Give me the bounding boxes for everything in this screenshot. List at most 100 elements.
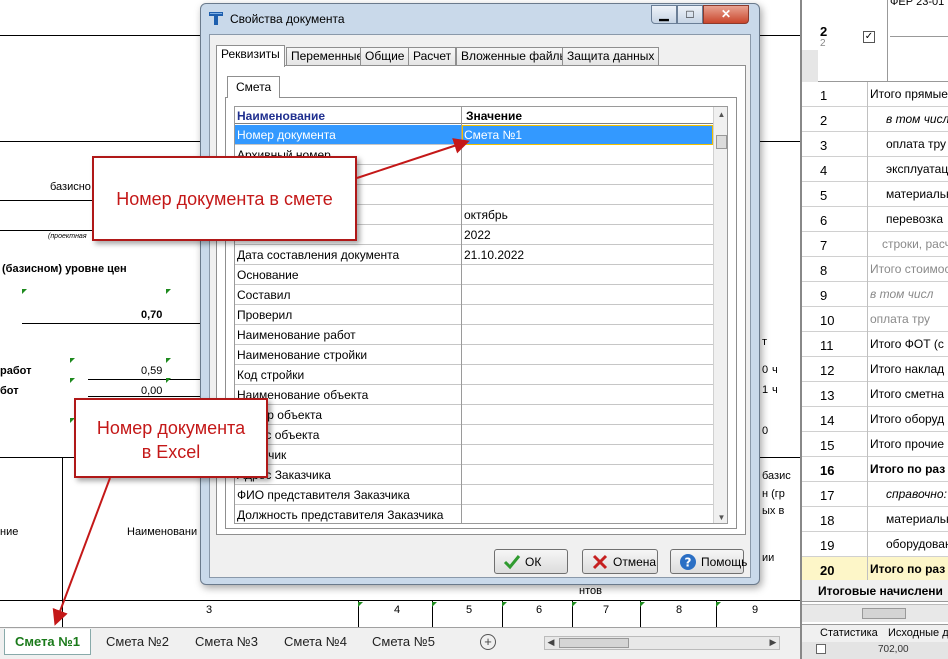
panel-tab-statistics[interactable]: Статистика: [820, 627, 878, 639]
property-value[interactable]: 21.10.2022: [464, 248, 524, 262]
property-row[interactable]: Код стройки: [235, 365, 713, 385]
scroll-up-icon[interactable]: ▲: [714, 107, 727, 122]
grid-header: Наименование Значение: [235, 107, 713, 124]
sheet-tab-smeta-4[interactable]: Смета №4: [274, 629, 357, 655]
panel-row[interactable]: 3 оплата тру: [802, 132, 948, 157]
property-row[interactable]: Основание: [235, 265, 713, 285]
property-row[interactable]: Наименование стройки: [235, 345, 713, 365]
panel-row[interactable]: 20 Итого по раз: [802, 557, 948, 582]
tab-attached-files[interactable]: Вложенные файлы: [456, 47, 574, 66]
scrollbar-thumb[interactable]: [559, 638, 629, 648]
cancel-button[interactable]: Отмена: [582, 549, 658, 574]
panel-row[interactable]: 12 Итого наклад: [802, 357, 948, 382]
cell-comment-marker: [22, 289, 27, 294]
property-row[interactable]: Должность представителя Заказчика: [235, 505, 713, 523]
panel-row-num: 19: [820, 538, 835, 553]
panel-row[interactable]: 6 перевозка: [802, 207, 948, 232]
property-value[interactable]: 2022: [464, 228, 491, 242]
panel-row[interactable]: 16 Итого по раз: [802, 457, 948, 482]
close-icon: ✕: [720, 7, 732, 21]
property-value[interactable]: октябрь: [464, 208, 508, 222]
tab-general[interactable]: Общие: [360, 47, 410, 66]
panel-row[interactable]: 14 Итого оборуд: [802, 407, 948, 432]
property-row[interactable]: Адрес объекта: [235, 425, 713, 445]
scroll-down-icon[interactable]: ▼: [714, 510, 727, 523]
scroll-left-icon[interactable]: ◀: [545, 637, 557, 648]
panel-scroll-thumb[interactable]: [862, 608, 906, 619]
panel-row-divider: [867, 182, 868, 207]
tab-data-protection[interactable]: Защита данных: [562, 47, 660, 66]
panel-row[interactable]: 15 Итого прочие: [802, 432, 948, 457]
panel-row-label: перевозка: [886, 212, 943, 226]
panel-row-label: Итого наклад: [870, 362, 945, 376]
panel-row-num: 16: [820, 463, 835, 478]
panel-row-divider: [867, 407, 868, 432]
property-row[interactable]: Наименование объекта: [235, 385, 713, 405]
panel-row[interactable]: 13 Итого сметна: [802, 382, 948, 407]
sheet-tab-smeta-5[interactable]: Смета №5: [362, 629, 445, 655]
column-header-name[interactable]: Наименование: [237, 109, 325, 123]
add-sheet-button[interactable]: +: [480, 634, 496, 650]
panel-row-num: 8: [820, 263, 828, 278]
panel-row[interactable]: 11 Итого ФОТ (с: [802, 332, 948, 357]
panel-row[interactable]: 4 эксплуатац: [802, 157, 948, 182]
dialog-titlebar[interactable]: Свойства документа ▁ □ ✕: [201, 4, 759, 34]
panel-hscroll[interactable]: [802, 604, 948, 622]
panel-row[interactable]: 9 в том числ: [802, 282, 948, 307]
grid-scroll-thumb[interactable]: [716, 135, 727, 149]
scroll-right-icon[interactable]: ▶: [767, 637, 779, 648]
panel-row[interactable]: 5 материальн: [802, 182, 948, 207]
panel-header-code: ФЕР 23-01: [890, 0, 945, 8]
property-name: Дата составления документа: [237, 248, 400, 262]
maximize-icon: □: [686, 7, 694, 21]
panel-row-num: 1: [820, 88, 828, 103]
help-button[interactable]: ? Помощь: [670, 549, 747, 574]
property-row[interactable]: Проверил: [235, 305, 713, 325]
property-row[interactable]: ФИО представителя Заказчика: [235, 485, 713, 505]
tab-smeta[interactable]: Смета: [227, 76, 281, 98]
property-row[interactable]: Наименование работ: [235, 325, 713, 345]
panel-row[interactable]: 2 в том числ: [802, 107, 948, 132]
panel-row-label: в том числ: [886, 112, 948, 126]
panel-row[interactable]: 19 оборудован: [802, 532, 948, 557]
panel-tab-source[interactable]: Исходные д: [888, 627, 948, 639]
row-checkbox[interactable]: ✓: [863, 31, 875, 43]
horizontal-scrollbar[interactable]: ◀ ▶: [544, 636, 780, 650]
property-row[interactable]: Номер документа Смета №1: [235, 125, 713, 145]
sheet-tab-smeta-1[interactable]: Смета №1: [4, 629, 91, 655]
panel-row-divider: [867, 207, 868, 232]
close-button[interactable]: ✕: [703, 5, 749, 24]
tab-calculation[interactable]: Расчет: [408, 47, 457, 66]
property-row[interactable]: Дата составления документа 21.10.2022: [235, 245, 713, 265]
panel-row-label: строки, расч: [882, 237, 948, 251]
panel-row[interactable]: 18 материальн: [802, 507, 948, 532]
panel-row[interactable]: 8 Итого стоимос: [802, 257, 948, 282]
column-header-value[interactable]: Значение: [466, 109, 522, 123]
panel-divider: [887, 0, 888, 82]
panel-row[interactable]: 10 оплата тру: [802, 307, 948, 332]
property-row[interactable]: Заказчик: [235, 445, 713, 465]
ok-button[interactable]: ОК: [494, 549, 568, 574]
tab-rekvizity[interactable]: Реквизиты: [216, 45, 285, 67]
panel-row[interactable]: 7 строки, расч: [802, 232, 948, 257]
grid-column-divider: [461, 107, 462, 523]
property-row[interactable]: Номер объекта: [235, 405, 713, 425]
panel-row-num: 20: [820, 563, 835, 578]
property-row[interactable]: Адрес Заказчика: [235, 465, 713, 485]
property-value[interactable]: Смета №1: [464, 128, 522, 142]
maximize-button[interactable]: □: [677, 5, 703, 24]
panel-row[interactable]: 1 Итого прямые: [802, 82, 948, 107]
panel-row[interactable]: 17 справочно:: [802, 482, 948, 507]
sheet-tab-smeta-2[interactable]: Смета №2: [96, 629, 179, 655]
panel-row-divider: [867, 307, 868, 332]
sheet-text: 1: [762, 384, 769, 396]
tab-variables[interactable]: Переменные: [286, 47, 369, 66]
panel-row-label: Итого оборуд: [870, 412, 945, 426]
cell-comment-marker: [716, 602, 721, 607]
checkmark-icon: [503, 555, 521, 570]
property-row[interactable]: Составил: [235, 285, 713, 305]
grid-vertical-scrollbar[interactable]: ▲ ▼: [713, 107, 727, 523]
minimize-button[interactable]: ▁: [651, 5, 677, 24]
sheet-text: 0,70: [141, 309, 163, 321]
sheet-tab-smeta-3[interactable]: Смета №3: [185, 629, 268, 655]
